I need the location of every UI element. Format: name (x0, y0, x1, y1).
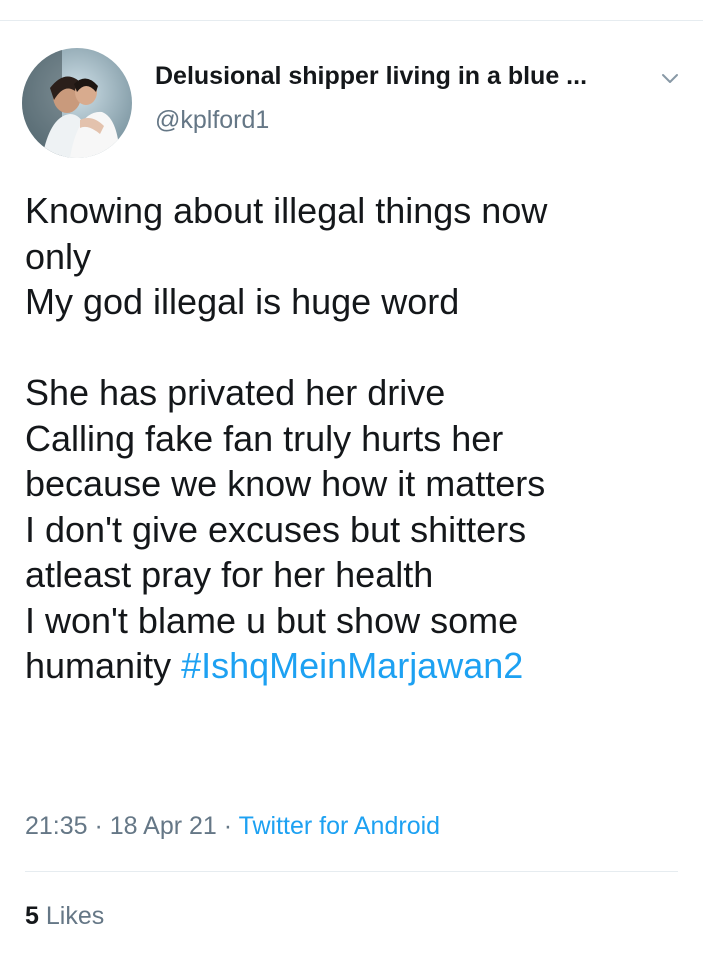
tweet-source-link[interactable]: Twitter for Android (239, 812, 440, 840)
tweet-line: atleast pray for her health (25, 554, 434, 595)
likes-label: Likes (45, 902, 105, 930)
tweet-line: I don't give excuses but shitters (25, 508, 527, 550)
tweet-line: only (25, 235, 92, 277)
user-handle[interactable]: @kplford1 (155, 105, 587, 135)
top-divider (0, 20, 703, 21)
tweet-line: Knowing about illegal things now (25, 190, 548, 231)
tweet-line: Calling fake fan truly hurts her (25, 417, 504, 459)
likes-number: 5 (25, 902, 39, 930)
tweet-line: My god illegal is huge word (25, 281, 460, 322)
hashtag-link[interactable]: #IshqMeinMarjawan2 (181, 645, 523, 686)
display-name[interactable]: Delusional shipper living in a blue ... (155, 61, 587, 91)
chevron-down-icon[interactable] (659, 68, 681, 90)
tweet-line: because we know how it matters (25, 463, 546, 504)
tweet-time[interactable]: 21:35 (25, 812, 88, 840)
tweet-header: Delusional shipper living in a blue ... … (22, 48, 683, 158)
meta-divider (25, 871, 678, 872)
tweet-line: I won't blame u but show some (25, 599, 519, 641)
tweet-date[interactable]: 18 Apr 21 (110, 812, 217, 840)
tweet-text: Knowing about illegal things now only My… (25, 188, 685, 689)
tweet-meta: 21:35 · 18 Apr 21 · Twitter for Android (25, 810, 440, 842)
tweet-line-last: humanity #IshqMeinMarjawan2 (25, 643, 685, 689)
user-names: Delusional shipper living in a blue ... … (155, 61, 587, 135)
meta-separator: · (216, 812, 239, 840)
tweet-line: She has privated her drive (25, 372, 446, 413)
likes-count[interactable]: 5 Likes (25, 900, 104, 932)
avatar[interactable] (22, 48, 132, 158)
tweet-line-text: humanity (25, 645, 172, 686)
meta-separator: · (87, 812, 110, 840)
